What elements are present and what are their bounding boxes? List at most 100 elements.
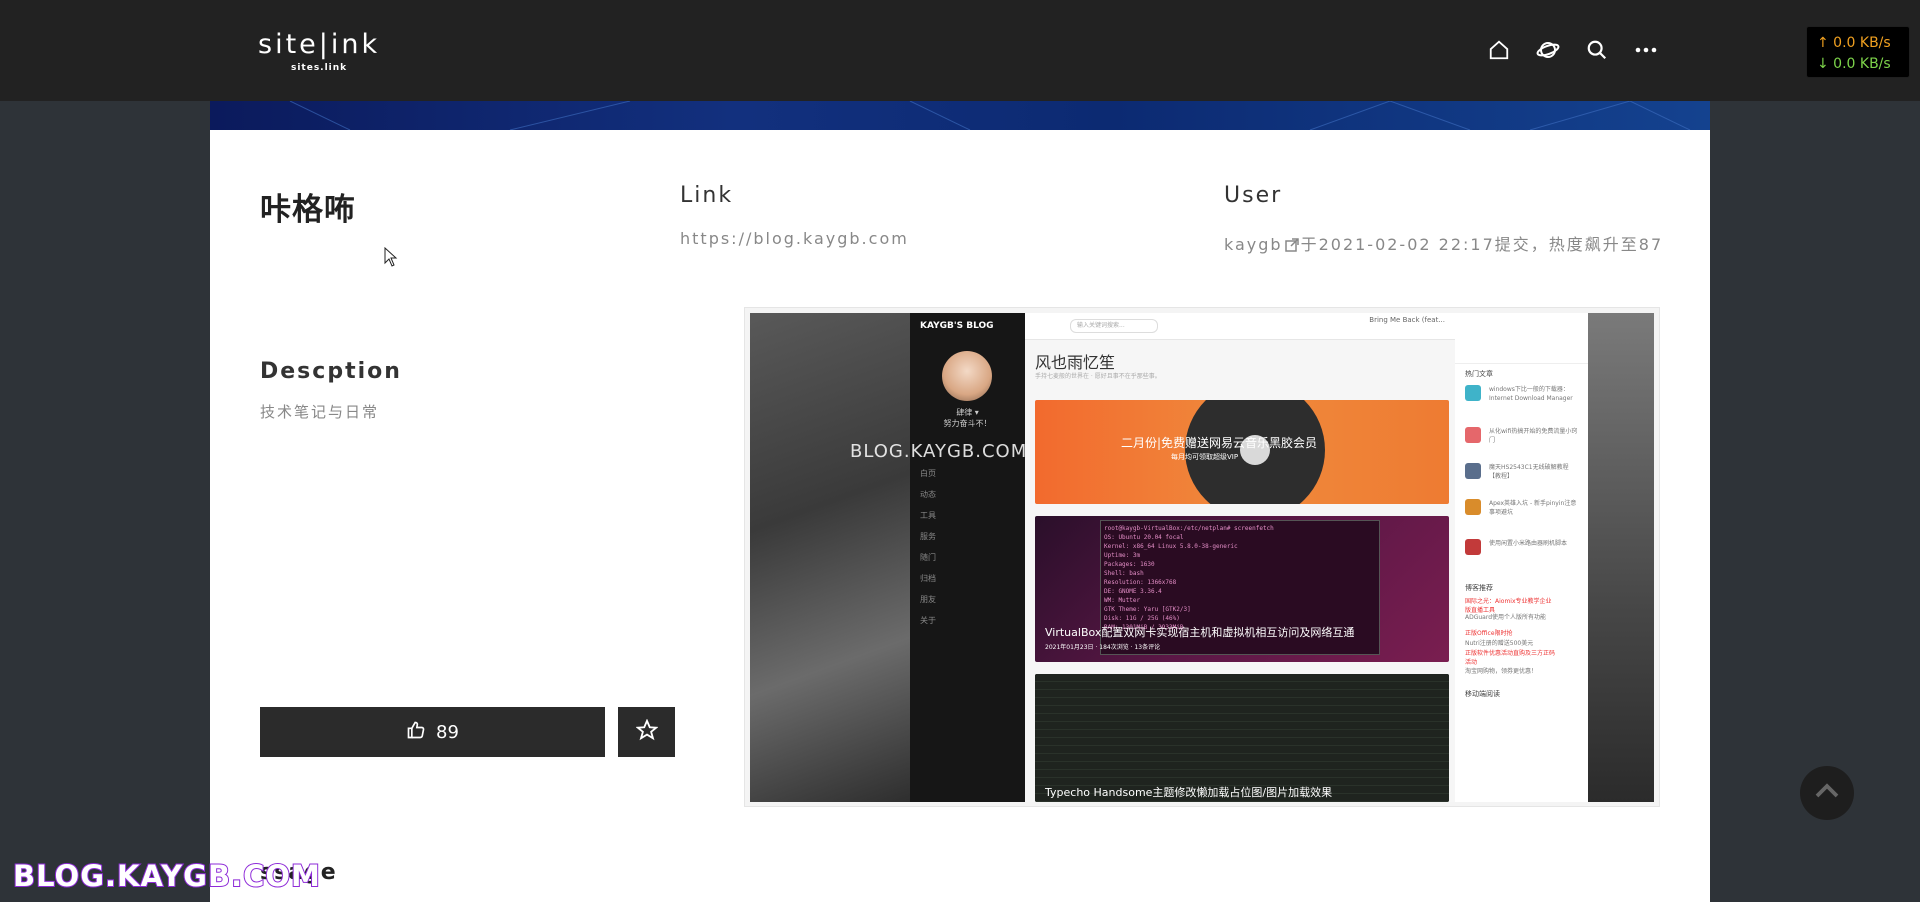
- preview-note: 正版软件优惠活动直购及三方正码活动: [1465, 650, 1556, 666]
- preview-blog-title: KAYGB'S BLOG: [920, 321, 994, 331]
- preview-watermark: BLOG.KAYGB.COM: [850, 441, 1028, 462]
- preview-menu-item: 随门: [920, 553, 936, 562]
- terminal-line: Shell: bash: [1104, 570, 1144, 577]
- preview-post-3-title: Typecho Handsome主题修改懒加载占位图/图片加载效果: [1045, 786, 1333, 799]
- terminal-line: GTK Theme: Yaru [GTK2/3]: [1104, 606, 1191, 613]
- preview-hot-item: 从化wifi热搞开始的免费流量小窍门: [1465, 427, 1580, 463]
- like-button[interactable]: 89: [260, 707, 605, 757]
- logo-sub-text: sites.link: [290, 63, 348, 73]
- more-icon[interactable]: [1632, 36, 1659, 63]
- back-to-top-button[interactable]: [1800, 766, 1854, 820]
- preview-frame: KAYGB'S BLOG 肆律 ▾ 努力奋斗不！ 白页 动态 工具 服务 随门 …: [750, 313, 1654, 802]
- preview-post-2-meta: 2021年01月23日 · 184次浏览 · 13条评论: [1045, 644, 1161, 651]
- network-speed-widget: ↑ 0.0 KB/s ↓ 0.0 KB/s: [1806, 26, 1910, 78]
- preview-hot-label: 热门文章: [1465, 370, 1493, 378]
- link-heading: Link: [680, 183, 734, 208]
- preview-note: Nutri注册的赠送500美元: [1465, 640, 1534, 647]
- site-logo[interactable]: site|ink sites.link: [258, 28, 380, 74]
- preview-hot-item: 魔天HS2543C1无线破解教程【教程】: [1465, 463, 1580, 499]
- external-link-icon[interactable]: [1284, 237, 1299, 256]
- planet-icon[interactable]: [1534, 36, 1561, 63]
- preview-note: 正版Office限时抢: [1465, 630, 1513, 637]
- home-icon[interactable]: [1485, 36, 1512, 63]
- banner-network-pattern: [289, 101, 1691, 130]
- thumbs-up-icon: [406, 720, 426, 745]
- preview-avatar: [942, 351, 992, 401]
- like-count: 89: [436, 721, 459, 743]
- logo-main-text: site|ink: [258, 29, 381, 60]
- mouse-cursor-icon: [384, 246, 398, 271]
- preview-hot-item-text: 魔天HS2543C1无线破解教程【教程】: [1489, 464, 1569, 480]
- preview-code-editor: [1035, 674, 1449, 802]
- top-navbar: site|ink sites.link ↑ 0.0 KB/s ↓ 0.0 KB/…: [0, 0, 1920, 101]
- terminal-line: Kernel: x86_64 Linux 5.8.0-38-generic: [1104, 543, 1238, 550]
- preview-sidebar: KAYGB'S BLOG 肆律 ▾ 努力奋斗不！ 白页 动态 工具 服务 随门 …: [910, 313, 1025, 802]
- user-heading: User: [1224, 183, 1283, 208]
- preview-search: 输入关键词搜索...: [1070, 319, 1158, 333]
- preview-user-name: 肆律 ▾: [956, 408, 979, 417]
- favorite-button[interactable]: [618, 707, 675, 757]
- preview-hot-item-text: Apex英雄入坑 - 新手pinyin注意事项避坑: [1489, 500, 1577, 516]
- nav-icon-group: [1485, 36, 1659, 63]
- site-preview-image[interactable]: KAYGB'S BLOG 肆律 ▾ 努力奋斗不！ 白页 动态 工具 服务 随门 …: [744, 307, 1660, 807]
- site-name: 咔格咘: [260, 192, 356, 228]
- star-icon: [634, 718, 659, 745]
- terminal-line: OS: Ubuntu 20.04 focal: [1104, 534, 1184, 541]
- terminal-line: Uptime: 3m: [1104, 552, 1141, 559]
- chevron-up-icon: [1812, 776, 1842, 810]
- preview-bg-right: [1588, 313, 1654, 802]
- blog-watermark: BLOG.KAYGB.COM: [12, 858, 321, 894]
- description-text: 技术笔记与日常: [260, 403, 380, 421]
- preview-user: 肆律 ▾ 努力奋斗不！: [910, 407, 1025, 429]
- header-banner: [210, 101, 1710, 130]
- preview-hot-item-text: windows下比一般的下载器：Internet Download Manage…: [1489, 386, 1573, 402]
- terminal-line: DE: GNOME 3.36.4: [1104, 588, 1162, 595]
- preview-hot-item: 使用闲置小米路由器刷机脚本: [1465, 539, 1580, 575]
- preview-recommend-label: 博客推荐: [1465, 584, 1493, 592]
- preview-menu-item: 关于: [920, 616, 936, 625]
- preview-right-sidebar: 热门文章 windows下比一般的下载器：Internet Download M…: [1455, 313, 1588, 802]
- preview-mobile-label: 移动端阅读: [1465, 690, 1500, 698]
- preview-menu-item: 动态: [920, 490, 936, 499]
- download-speed: ↓ 0.0 KB/s: [1817, 56, 1891, 72]
- preview-bg-left: [750, 313, 910, 802]
- preview-right-tabs: [1455, 313, 1588, 364]
- preview-menu-item: 归档: [920, 574, 936, 583]
- preview-note: ADGuard使用个人版所有功能: [1465, 614, 1547, 621]
- preview-menu-item: 服务: [920, 532, 936, 541]
- preview-hot-item-text: 使用闲置小米路由器刷机脚本: [1489, 540, 1568, 547]
- link-url-wrap: https://blog.kaygb.com: [680, 229, 909, 248]
- preview-heading: 风也雨忆笙: [1035, 353, 1116, 372]
- preview-note: 淘宝网购物，领券更优惠！: [1465, 668, 1538, 675]
- preview-menu-item: 朋友: [920, 595, 936, 604]
- search-icon[interactable]: [1583, 36, 1610, 63]
- description-heading: Descption: [260, 359, 402, 384]
- preview-post-2-title: VirtualBox配置双网卡实现宿主机和虚拟机相互访问及网络互通: [1045, 626, 1355, 639]
- preview-user-motto: 努力奋斗不！: [943, 419, 992, 428]
- preview-menu-item: 白页: [920, 469, 936, 478]
- preview-menu-item: 工具: [920, 511, 936, 520]
- preview-hot-item: windows下比一般的下载器：Internet Download Manage…: [1465, 385, 1580, 421]
- preview-hot-item: Apex英雄入坑 - 新手pinyin注意事项避坑: [1465, 499, 1580, 535]
- terminal-line: Packages: 1630: [1104, 561, 1155, 568]
- preview-subheading: 手持七麦般的世界在 · 愿好且事不在乎那些事。: [1035, 373, 1161, 380]
- terminal-line: Disk: 11G / 25G (46%): [1104, 615, 1180, 622]
- site-link-url[interactable]: https://blog.kaygb.com: [680, 229, 909, 248]
- preview-menu: 白页 动态 工具 服务 随门 归档 朋友 关于: [920, 463, 936, 631]
- preview-post-1: 二月份|免费赠送网易云音乐黑胶会员 每月均可领取超级VIP: [1035, 400, 1449, 504]
- user-submit-info: 于2021-02-02 22:17提交，热度飙升至87: [1300, 235, 1664, 254]
- user-name-link[interactable]: kaygb: [1224, 235, 1283, 254]
- preview-topbar: 输入关键词搜索... Bring Me Back (feat...: [1025, 313, 1455, 340]
- preview-post-1-title: 二月份|免费赠送网易云音乐黑胶会员: [1121, 436, 1318, 450]
- upload-speed: ↑ 0.0 KB/s: [1817, 35, 1891, 51]
- terminal-line: Resolution: 1366x768: [1104, 579, 1177, 586]
- preview-main: 输入关键词搜索... Bring Me Back (feat... 风也雨忆笙 …: [1025, 313, 1455, 802]
- site-detail-card: 咔格咘 Link https://blog.kaygb.com User kay…: [210, 101, 1710, 902]
- preview-post-2: root@kaygb-VirtualBox:/etc/netplan# scre…: [1035, 516, 1449, 662]
- preview-post-3: Typecho Handsome主题修改懒加载占位图/图片加载效果: [1035, 674, 1449, 802]
- preview-music: Bring Me Back (feat...: [1369, 316, 1445, 324]
- preview-hot-item-text: 从化wifi热搞开始的免费流量小窍门: [1489, 428, 1578, 444]
- terminal-line: root@kaygb-VirtualBox:/etc/netplan# scre…: [1104, 525, 1274, 532]
- preview-post-1-sub: 每月均可领取超级VIP: [1171, 453, 1239, 461]
- user-meta: kaygb 于2021-02-02 22:17提交，热度飙升至87: [1224, 231, 1663, 256]
